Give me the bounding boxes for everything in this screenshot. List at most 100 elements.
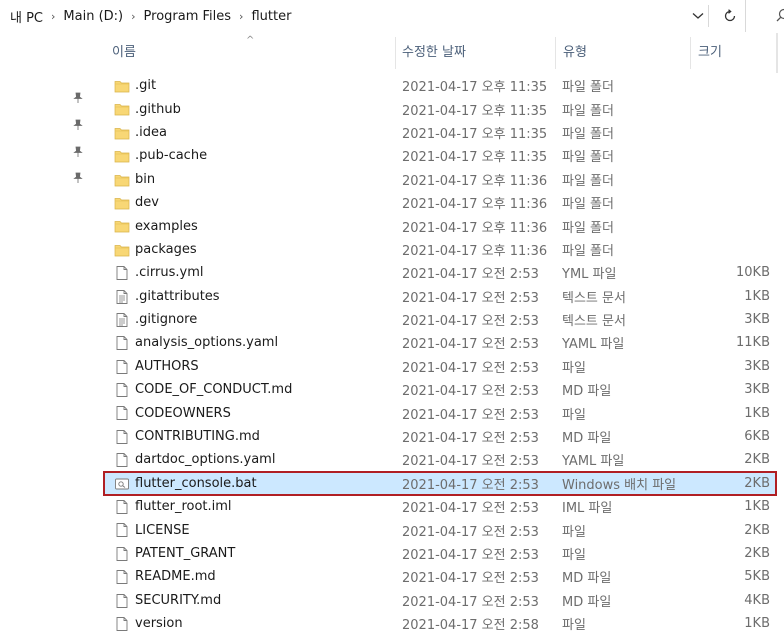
file-date-modified: 2021-04-17 오전 2:53 [402,337,539,353]
column-divider[interactable] [395,37,396,69]
file-list: .git 2021-04-17 오후 11:35 파일 폴더 .github 2021-… [103,74,784,635]
file-type: 파일 [562,548,586,563]
folder-icon [114,198,130,210]
file-size: 3KB [744,358,770,374]
file-row[interactable]: .github 2021-04-17 오후 11:35 파일 폴더 [104,97,776,120]
file-name: CODE_OF_CONDUCT.md [135,382,293,398]
file-row[interactable]: .gitattributes 2021-04-17 오전 2:53 텍스트 문서 1K… [104,285,776,308]
file-size: 11KB [736,335,770,351]
file-icon [116,336,128,351]
file-type: YAML 파일 [562,454,625,470]
file-row[interactable]: CODE_OF_CONDUCT.md 2021-04-17 오전 2:53 MD 파… [104,378,776,401]
file-type: 파일 [562,618,586,634]
file-size: 1KB [744,499,770,515]
file-size: 6KB [744,429,770,445]
file-date-modified: 2021-04-17 오전 2:53 [402,360,539,376]
file-type: 파일 [562,524,586,540]
address-history-dropdown-button[interactable] [687,5,709,27]
file-row[interactable]: .pub-cache 2021-04-17 오후 11:35 파일 폴더 [104,144,776,167]
file-row[interactable]: README.md 2021-04-17 오전 2:53 MD 파일 5KB [104,565,776,588]
file-name: .gitattributes [135,288,220,304]
file-icon [116,453,128,468]
file-row[interactable]: .cirrus.yml 2021-04-17 오전 2:53 YML 파일 10KB [104,261,776,284]
file-row[interactable]: .gitignore 2021-04-17 오전 2:53 텍스트 문서 3KB [104,308,776,331]
file-type: MD 파일 [562,384,612,400]
file-row[interactable]: SECURITY.md 2021-04-17 오전 2:53 MD 파일 4KB [104,589,776,612]
chevron-right-icon[interactable]: › [239,10,243,23]
file-row[interactable]: bin 2021-04-17 오후 11:36 파일 폴더 [104,168,776,191]
file-row-selected[interactable]: flutter_console.bat 2021-04-17 오전 2:53 Win… [103,470,777,497]
breadcrumb-program-files[interactable]: Program Files [144,9,232,24]
pin-icon[interactable] [72,119,84,131]
file-row[interactable]: analysis_options.yaml 2021-04-17 오전 2:53 Y… [104,331,776,354]
file-type: 파일 폴더 [562,197,614,213]
chevron-down-icon [692,13,704,19]
file-icon [116,266,128,281]
refresh-icon [724,9,736,22]
refresh-button[interactable] [719,5,741,27]
file-size: 3KB [744,312,770,328]
file-icon [116,593,128,608]
file-row[interactable]: version 2021-04-17 오전 2:58 파일 1KB [104,612,776,635]
file-row[interactable]: LICENSE 2021-04-17 오전 2:53 파일 2KB [104,518,776,541]
file-row[interactable]: CONTRIBUTING.md 2021-04-17 오전 2:53 MD 파일 6K… [104,425,776,448]
search-icon [776,8,784,22]
breadcrumb-this-pc[interactable]: 내 PC [10,7,43,26]
file-row[interactable]: .git 2021-04-17 오후 11:35 파일 폴더 [104,74,776,97]
file-size: 5KB [744,569,770,585]
folder-icon [114,127,130,140]
search-input[interactable] [745,0,784,32]
file-row[interactable]: examples 2021-04-17 오후 11:36 파일 폴더 [104,214,776,237]
file-name: .idea [135,124,167,140]
file-name: flutter_console.bat [135,475,257,491]
column-header-size[interactable]: 크기 [698,33,722,73]
pin-icon[interactable] [72,172,84,184]
file-type: 파일 [562,360,586,376]
file-size: 4KB [744,592,770,608]
file-type: 파일 [562,407,586,423]
column-header-type[interactable]: 유형 [563,33,587,73]
file-icon [116,570,128,585]
chevron-right-icon[interactable]: › [51,10,55,23]
file-row[interactable]: dev 2021-04-17 오후 11:36 파일 폴더 [104,191,776,214]
file-row[interactable]: CODEOWNERS 2021-04-17 오전 2:53 파일 1KB [104,401,776,424]
file-type: YAML 파일 [562,337,625,353]
file-row[interactable]: PATENT_GRANT 2021-04-17 오전 2:53 파일 2KB [104,542,776,565]
file-date-modified: 2021-04-17 오전 2:53 [402,454,539,470]
file-name: bin [135,171,156,187]
file-row[interactable]: dartdoc_options.yaml 2021-04-17 오전 2:53 YA… [104,448,776,471]
file-row[interactable]: AUTHORS 2021-04-17 오전 2:53 파일 3KB [104,355,776,378]
column-header-date-modified[interactable]: 수정한 날짜 [402,33,466,73]
file-date-modified: 2021-04-17 오전 2:53 [402,571,539,587]
file-type: 파일 폴더 [562,173,614,189]
file-size: 1KB [744,405,770,421]
folder-icon [114,174,130,186]
column-divider[interactable] [690,37,691,69]
file-icon [116,359,128,374]
file-date-modified: 2021-04-17 오전 2:53 [402,477,539,493]
file-row[interactable]: flutter_root.iml 2021-04-17 오전 2:53 IML 파일… [104,495,776,518]
folder-icon [114,221,130,233]
chevron-right-icon[interactable]: › [131,10,135,23]
file-type: 파일 폴더 [562,220,614,236]
file-date-modified: 2021-04-17 오후 11:36 [402,173,548,189]
address-bar[interactable]: 내 PC › Main (D:) › Program Files › flutt… [0,0,784,32]
file-icon [116,500,128,514]
file-name: README.md [135,569,216,585]
file-name: analysis_options.yaml [135,335,279,351]
column-header-name[interactable]: 이름 [112,33,136,73]
file-row[interactable]: packages 2021-04-17 오후 11:36 파일 폴더 [104,238,776,261]
column-divider[interactable] [555,37,556,69]
breadcrumb-drive[interactable]: Main (D:) [63,9,123,24]
file-name: PATENT_GRANT [135,546,236,561]
column-divider[interactable] [776,33,778,73]
file-date-modified: 2021-04-17 오후 11:35 [402,150,548,166]
pin-icon[interactable] [72,146,84,158]
file-row[interactable]: .idea 2021-04-17 오후 11:35 파일 폴더 [104,121,776,144]
file-type: Windows 배치 파일 [562,477,677,493]
file-name: LICENSE [135,522,190,538]
file-icon [116,383,128,398]
pin-icon[interactable] [72,92,84,104]
file-date-modified: 2021-04-17 오후 11:35 [402,80,548,96]
breadcrumb-flutter[interactable]: flutter [251,9,291,24]
